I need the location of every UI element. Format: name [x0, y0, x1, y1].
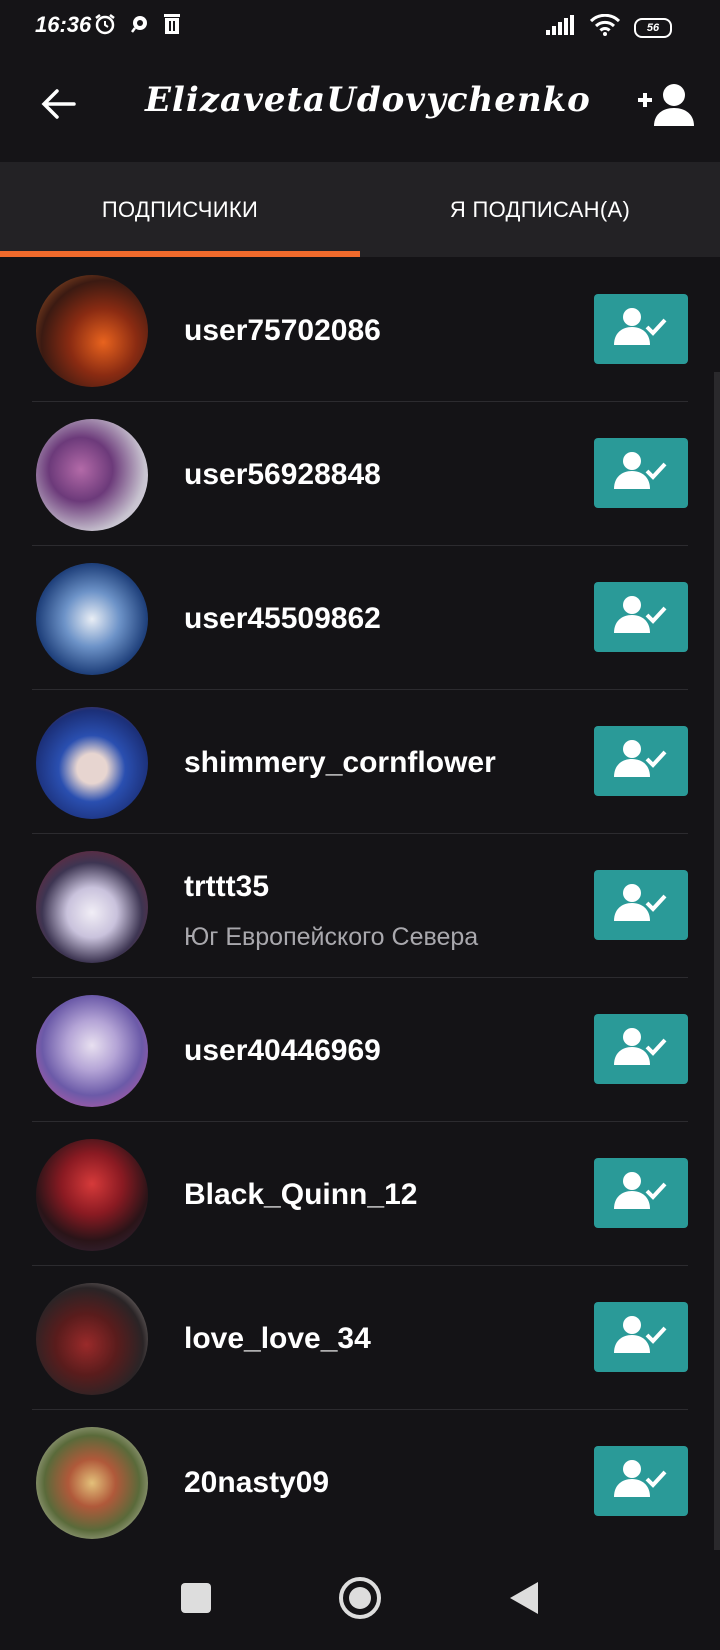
arrow-left-icon	[40, 88, 76, 125]
back-button[interactable]	[34, 84, 82, 128]
wifi-icon	[589, 13, 621, 41]
alarm-icon	[93, 12, 117, 41]
avatar[interactable]	[36, 1427, 148, 1539]
status-bar: 16:36 56	[0, 0, 720, 52]
recent-apps-button[interactable]	[174, 1578, 218, 1622]
avatar[interactable]	[36, 1139, 148, 1251]
status-right-icons: 56	[546, 13, 672, 41]
status-time: 16:36	[35, 12, 92, 37]
home-icon	[338, 1576, 382, 1625]
list-item[interactable]: 20nasty09	[0, 1410, 720, 1554]
user-check-icon	[612, 739, 670, 784]
signal-icon	[546, 15, 576, 40]
list-item[interactable]: love_love_34	[0, 1266, 720, 1410]
following-button[interactable]	[594, 1302, 688, 1372]
list-item[interactable]: trttt35 Юг Европейского Севера	[0, 834, 720, 978]
following-button[interactable]	[594, 1014, 688, 1084]
user-location: Юг Европейского Севера	[184, 923, 479, 951]
user-check-icon	[612, 1027, 670, 1072]
user-check-icon	[612, 595, 670, 640]
list-item[interactable]: user75702086	[0, 258, 720, 402]
chat-icon	[127, 12, 151, 41]
add-user-button[interactable]	[638, 82, 698, 132]
active-tab-indicator	[0, 251, 360, 257]
following-button[interactable]	[594, 1158, 688, 1228]
tab-bar: ПОДПИСЧИКИ Я ПОДПИСАН(А)	[0, 162, 720, 257]
system-back-button[interactable]	[502, 1578, 546, 1622]
avatar[interactable]	[36, 419, 148, 531]
following-button[interactable]	[594, 726, 688, 796]
username[interactable]: user40446969	[184, 1034, 381, 1068]
username[interactable]: user56928848	[184, 458, 381, 492]
tab-followers-label: ПОДПИСЧИКИ	[101, 196, 259, 222]
list-item[interactable]: user45509862	[0, 546, 720, 690]
avatar[interactable]	[36, 995, 148, 1107]
user-check-icon	[612, 451, 670, 496]
trash-icon	[161, 12, 183, 41]
app-bar: ElizavetaUdovychenko	[0, 52, 720, 162]
avatar[interactable]	[36, 563, 148, 675]
user-check-icon	[612, 1315, 670, 1360]
list-item[interactable]: user56928848	[0, 402, 720, 546]
username[interactable]: love_love_34	[184, 1322, 371, 1356]
username[interactable]: Black_Quinn_12	[184, 1178, 417, 1212]
home-button[interactable]	[338, 1576, 382, 1625]
avatar[interactable]	[36, 1283, 148, 1395]
following-button[interactable]	[594, 582, 688, 652]
tab-following-label: Я ПОДПИСАН(А)	[449, 196, 631, 222]
following-button[interactable]	[594, 294, 688, 364]
following-button[interactable]	[594, 1446, 688, 1516]
back-icon	[508, 1580, 540, 1621]
add-user-icon	[638, 84, 698, 136]
username[interactable]: trttt35	[184, 870, 269, 904]
scrollbar[interactable]	[714, 372, 720, 1552]
username[interactable]: user75702086	[184, 314, 381, 348]
followers-list: user75702086 user56928848 user45509862 s…	[0, 258, 720, 1554]
user-check-icon	[612, 1171, 670, 1216]
following-button[interactable]	[594, 870, 688, 940]
page-title: ElizavetaUdovychenko	[145, 80, 591, 120]
following-button[interactable]	[594, 438, 688, 508]
tab-following[interactable]: Я ПОДПИСАН(А)	[360, 162, 720, 257]
list-item[interactable]: Black_Quinn_12	[0, 1122, 720, 1266]
list-item[interactable]: shimmery_cornflower	[0, 690, 720, 834]
username[interactable]: shimmery_cornflower	[184, 746, 496, 780]
user-check-icon	[612, 1459, 670, 1504]
recent-apps-icon	[180, 1582, 212, 1619]
battery-icon: 56	[634, 17, 672, 38]
user-check-icon	[612, 883, 670, 928]
username[interactable]: user45509862	[184, 602, 381, 636]
status-left-icons	[93, 12, 183, 41]
avatar[interactable]	[36, 707, 148, 819]
user-check-icon	[612, 307, 670, 352]
avatar[interactable]	[36, 275, 148, 387]
tab-followers[interactable]: ПОДПИСЧИКИ	[0, 162, 360, 257]
avatar[interactable]	[36, 851, 148, 963]
list-item[interactable]: user40446969	[0, 978, 720, 1122]
username[interactable]: 20nasty09	[184, 1466, 329, 1500]
system-nav-bar	[0, 1550, 720, 1650]
